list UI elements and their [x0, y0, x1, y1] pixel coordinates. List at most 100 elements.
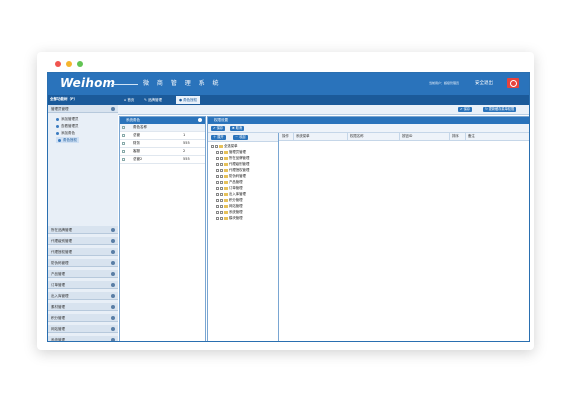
expand-icon — [111, 261, 115, 265]
expand-icon[interactable] — [216, 216, 219, 220]
nav-group-label: 产品管理 — [51, 272, 65, 276]
logout-link[interactable]: 安全退出 — [475, 80, 493, 86]
tree-checkbox[interactable] — [220, 204, 223, 208]
tree-label: 积分管理 — [229, 198, 243, 202]
logo-divider — [111, 84, 138, 85]
nav-group-agent-level[interactable]: 代理级别管理 — [48, 237, 118, 245]
permission-toolbar: ✔ 保存 ✖ 取消 — [208, 124, 529, 133]
expand-icon[interactable] — [216, 210, 219, 214]
nav-group-product[interactable]: 产品管理 — [48, 270, 118, 278]
nav-group-label: 管理员管理 — [51, 107, 69, 111]
select-all-checkbox[interactable] — [122, 126, 125, 129]
role-row[interactable]: 总管 1 — [120, 132, 205, 140]
column-header: 权限名称 — [350, 134, 364, 138]
tree-checkbox[interactable] — [220, 186, 223, 190]
expand-icon[interactable] — [216, 192, 219, 196]
nav-group-inventory[interactable]: 出入库管理 — [48, 292, 118, 300]
perm-save-button[interactable]: ✔ 保存 — [211, 125, 226, 131]
role-value: 1 — [183, 133, 186, 137]
expand-icon — [111, 327, 115, 331]
tab-label: 首页 — [127, 98, 135, 102]
role-panel-header: 系统角色 — [120, 117, 205, 124]
permission-panel: 权限设置 ✔ 保存 ✖ 取消 ＋ 展开 － 收起 全选菜单 管理员管理 所在品牌… — [207, 116, 529, 341]
nav-group-points[interactable]: 积分管理 — [48, 314, 118, 322]
row-checkbox[interactable] — [122, 158, 125, 161]
tree-checkbox[interactable] — [220, 174, 223, 178]
minimize-window-dot[interactable] — [66, 61, 72, 67]
tree-checkbox[interactable] — [220, 168, 223, 172]
expand-icon[interactable] — [216, 186, 219, 190]
nav-group-material[interactable]: 素材管理 — [48, 303, 118, 311]
tab-label: 品牌管理 — [148, 98, 163, 102]
expand-icon[interactable] — [216, 156, 219, 160]
tab-bar: 全部功能树（P） ⌂ 首页 ✎ 品牌管理 ● 角色授权 — [48, 95, 529, 112]
expand-icon — [111, 305, 115, 309]
save-button[interactable]: ✔ 保存 — [458, 107, 473, 112]
folder-icon — [224, 150, 228, 154]
column-divider — [399, 133, 400, 140]
expand-icon[interactable] — [216, 150, 219, 154]
power-icon[interactable] — [507, 78, 519, 88]
nav-sub-add-admin[interactable]: 添加管理员 — [56, 116, 79, 122]
refresh-icon[interactable] — [198, 118, 202, 122]
tree-checkbox[interactable] — [220, 216, 223, 220]
nav-group-agent-auth[interactable]: 代理授权管理 — [48, 248, 118, 256]
nav-group-order[interactable]: 订单管理 — [48, 281, 118, 289]
role-name: 客服 — [133, 149, 140, 153]
nav-group-website[interactable]: 网站管理 — [48, 325, 118, 333]
expand-icon[interactable] — [216, 168, 219, 172]
expand-icon[interactable] — [216, 162, 219, 166]
expand-icon[interactable] — [216, 174, 219, 178]
tab-role-auth[interactable]: ● 角色授权 — [176, 96, 201, 104]
role-row[interactable]: 总管2 555 — [120, 156, 205, 164]
maximize-window-dot[interactable] — [77, 61, 83, 67]
tree-checkbox[interactable] — [220, 198, 223, 202]
folder-icon — [224, 174, 228, 178]
role-row[interactable]: 财务 555 — [120, 140, 205, 148]
tree-checkbox[interactable] — [220, 162, 223, 166]
expand-icon — [111, 272, 115, 276]
expand-icon[interactable] — [216, 204, 219, 208]
nav-group-brand[interactable]: 所在品牌管理 — [48, 226, 118, 234]
role-panel: 系统角色 角色名称 总管 1 财务 555 客服 2 总管2 555 — [119, 116, 206, 341]
tree-checkbox[interactable] — [220, 150, 223, 154]
tree-checkbox[interactable] — [215, 144, 218, 148]
nav-sub-add-role[interactable]: 添加角色 — [56, 130, 75, 136]
tab-brand-manage[interactable]: ✎ 品牌管理 — [141, 96, 165, 104]
tree-label: 所在品牌管理 — [229, 156, 250, 160]
expand-icon[interactable] — [216, 180, 219, 184]
tree-checkbox[interactable] — [220, 180, 223, 184]
nav-group-label: 出入库管理 — [51, 294, 69, 298]
tree-checkbox[interactable] — [220, 192, 223, 196]
collapse-icon[interactable] — [211, 144, 214, 148]
user-icon — [56, 117, 59, 121]
folder-icon — [224, 180, 228, 184]
nav-group-system[interactable]: 系统管理 — [48, 336, 118, 341]
app-header: Weihom 微 商 管 理 系 统 当前用户：超级管理员 安全退出 — [48, 73, 529, 95]
column-header: 角色名称 — [133, 125, 147, 129]
tree-checkbox[interactable] — [220, 156, 223, 160]
role-name: 总管2 — [133, 157, 143, 161]
row-checkbox[interactable] — [122, 142, 125, 145]
perm-cancel-button[interactable]: ✖ 取消 — [230, 125, 245, 131]
folder-icon — [224, 204, 228, 208]
tree-item[interactable]: 模块管理 — [216, 215, 243, 221]
row-checkbox[interactable] — [122, 134, 125, 137]
nav-group-admin[interactable]: 管理员管理 — [48, 105, 118, 113]
expand-tree-button[interactable]: ＋ 展开 — [211, 134, 226, 140]
role-row[interactable]: 客服 2 — [120, 148, 205, 156]
tab-home[interactable]: ⌂ 首页 — [121, 96, 137, 104]
nav-group-anticounterfeit[interactable]: 防伪码管理 — [48, 259, 118, 267]
tree-checkbox[interactable] — [220, 210, 223, 214]
nav-group-label: 代理授权管理 — [51, 250, 72, 254]
expand-icon[interactable] — [216, 198, 219, 202]
column-header: 备注 — [468, 134, 475, 138]
update-cache-button[interactable]: ↻ 更新缓存菜单权限 — [483, 107, 517, 112]
nav-sub-view-admin[interactable]: 查看管理员 — [56, 123, 79, 129]
left-navigation: 管理员管理 添加管理员 查看管理员 添加角色 角色授权 所在品牌管理 代理级别管… — [48, 105, 119, 341]
nav-sub-role-auth[interactable]: 角色授权 — [56, 137, 79, 143]
collapse-tree-button[interactable]: － 收起 — [233, 134, 248, 140]
close-window-dot[interactable] — [55, 61, 61, 67]
nav-group-label: 订单管理 — [51, 283, 65, 287]
row-checkbox[interactable] — [122, 150, 125, 153]
